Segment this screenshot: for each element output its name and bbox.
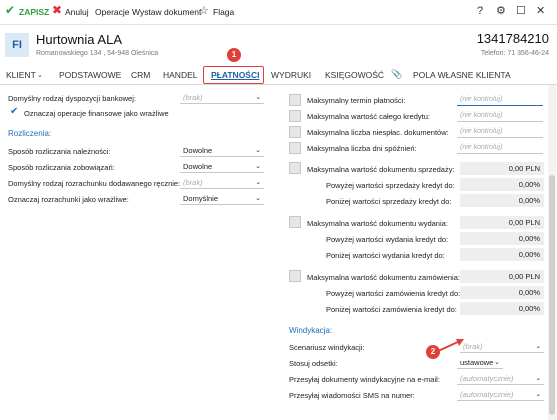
help-icon[interactable]: ? [477,5,483,17]
manual-settlement-label: Domyślny rodzaj rozrachunku dodawanego r… [8,179,181,188]
sensitive-operations-label: Oznaczaj operacje finansowe jako wrażliw… [24,109,169,118]
sales-above-input[interactable]: 0,00% [460,178,544,191]
cancel-button[interactable]: Anuluj [65,7,89,17]
chevron-down-icon: ⌄ [255,94,261,101]
issue-below-input[interactable]: 0,00% [460,248,544,261]
step-marker-2: 2 [426,345,440,359]
tab-platnosci[interactable]: PŁATNOŚCI [211,70,259,80]
max-unpaid-label: Maksymalna liczba niespłac. dokumentów: [307,128,449,137]
sensitive-settlements-select[interactable]: Domyślnie ⌄ [180,193,264,205]
disposition-select[interactable]: (brak) ⌄ [180,92,264,104]
toolbar: ✔ ZAPISZ ✖ Anuluj Operacje Wystaw dokume… [0,0,557,25]
payments-panel: Domyślny rodzaj dyspozycji bankowej: (br… [0,86,557,420]
chevron-down-icon: ⌄ [255,163,261,170]
receivables-select[interactable]: Dowolne ⌄ [180,145,264,157]
checkbox-checked-icon[interactable]: ✔ [10,106,18,117]
order-below-input[interactable]: 0,00% [460,302,544,315]
sales-checkbox[interactable] [289,162,301,174]
order-max-label: Maksymalna wartość dokumentu zamówienia: [307,273,460,282]
close-icon: ✖ [52,3,63,17]
sms-select[interactable]: (automatycznie) ⌄ [457,389,544,401]
company-address: Romanowskiego 134 , 54-948 Oleśnica [36,50,159,57]
issue-max-label: Maksymalna wartość dokumentu wydania: [307,219,448,228]
tab-ksiegowosc[interactable]: KSIĘGOWOŚĆ [325,70,384,80]
issue-above-label: Powyżej wartości wydania kredyt do: [326,235,449,244]
settlements-section-title: Rozliczenia: [8,129,52,138]
star-icon: ☆ [199,5,209,17]
manual-settlement-select[interactable]: (brak) ⌄ [180,177,264,189]
tab-podstawowe[interactable]: PODSTAWOWE [59,70,121,80]
sales-below-label: Poniżej wartości sprzedaży kredyt do: [326,197,452,206]
disposition-label: Domyślny rodzaj dyspozycji bankowej: [8,94,136,103]
save-button[interactable]: ZAPISZ [19,7,49,17]
sales-max-input[interactable]: 0,00 PLN [460,162,544,175]
max-credit-label: Maksymalna wartość całego kredytu: [307,112,430,121]
max-unpaid-checkbox[interactable] [289,126,301,138]
issue-checkbox[interactable] [289,216,301,228]
tab-bar: KLIENT ⌄ PODSTAWOWE CRM HANDEL PŁATNOŚCI… [0,66,557,85]
max-credit-input[interactable]: (nie kontroluj) [457,110,543,122]
max-delay-input[interactable]: (nie kontroluj) [457,142,543,154]
tab-handel[interactable]: HANDEL [163,70,197,80]
liabilities-select[interactable]: Dowolne ⌄ [180,161,264,173]
receivables-label: Sposób rozliczania należności: [8,147,111,156]
flag-button[interactable]: Flaga [213,7,234,17]
max-delay-label: Maksymalna liczba dni spóźnień: [307,144,417,153]
collection-section-title: Windykacja: [289,326,333,335]
company-nip: 1341784210 [476,31,549,46]
max-credit-checkbox[interactable] [289,110,301,122]
gear-icon[interactable]: ⚙ [496,4,506,17]
email-label: Przesyłaj dokumenty windykacyjne na e-ma… [289,375,440,384]
company-phone: Telefon: 71 356-46-24 [480,50,549,57]
email-select[interactable]: (automatycznie) ⌄ [457,373,544,385]
issue-document-button[interactable]: Wystaw dokument [132,7,201,17]
scrollbar[interactable] [548,85,556,420]
issue-max-input[interactable]: 0,00 PLN [460,216,544,229]
avatar: FI [5,33,29,57]
chevron-down-icon: ⌄ [535,391,541,398]
chevron-down-icon: ⌄ [494,359,500,366]
company-name: Hurtownia ALA [36,32,122,47]
chevron-down-icon: ⌄ [255,179,261,186]
tab-wydruki[interactable]: WYDRUKI [271,70,311,80]
chevron-down-icon: ⌄ [255,195,261,202]
customer-header: FI Hurtownia ALA Romanowskiego 134 , 54-… [0,25,557,65]
issue-above-input[interactable]: 0,00% [460,232,544,245]
order-max-input[interactable]: 0,00 PLN [460,270,544,283]
chevron-down-icon[interactable]: ⌄ [37,71,43,79]
chevron-down-icon: ⌄ [535,343,541,350]
sensitive-settlements-label: Oznaczaj rozrachunki jako wrażliwe: [8,195,129,204]
step-marker-1: 1 [227,48,241,62]
maximize-icon[interactable]: ☐ [516,4,526,17]
operations-menu[interactable]: Operacje [95,7,130,17]
issue-below-label: Poniżej wartości wydania kredyt do: [326,251,445,260]
interest-label: Stosuj odsetki: [289,359,338,368]
sales-below-input[interactable]: 0,00% [460,194,544,207]
checkmark-icon: ✔ [5,3,16,17]
tab-crm[interactable]: CRM [131,70,150,80]
sales-max-label: Maksymalna wartość dokumentu sprzedaży: [307,165,455,174]
order-checkbox[interactable] [289,270,301,282]
sms-label: Przesyłaj wiadomości SMS na numer: [289,391,415,400]
max-term-input[interactable]: (nie kontroluj) [457,94,543,106]
paperclip-icon[interactable]: 📎 [391,69,402,80]
order-above-input[interactable]: 0,00% [460,286,544,299]
close-window-icon[interactable]: ✕ [536,4,545,17]
max-term-checkbox[interactable] [289,94,301,106]
scenario-label: Scenariusz windykacji: [289,343,365,352]
chevron-down-icon: ⌄ [255,147,261,154]
tab-klient[interactable]: KLIENT [6,70,36,80]
scenario-select[interactable]: (brak) ⌄ [460,341,544,353]
order-below-label: Poniżej wartości zamówienia kredyt do: [326,305,457,314]
max-term-label: Maksymalny termin płatności: [307,96,406,105]
max-delay-checkbox[interactable] [289,142,301,154]
tab-pola-wlasne[interactable]: POLA WŁASNE KLIENTA [413,70,511,80]
liabilities-label: Sposób rozliczania zobowiązań: [8,163,115,172]
max-unpaid-input[interactable]: (nie kontroluj) [457,126,543,138]
scrollbar-thumb[interactable] [549,175,555,415]
order-above-label: Powyżej wartości zamówienia kredyt do: [326,289,461,298]
chevron-down-icon: ⌄ [535,375,541,382]
sales-above-label: Powyżej wartości sprzedaży kredyt do: [326,181,455,190]
